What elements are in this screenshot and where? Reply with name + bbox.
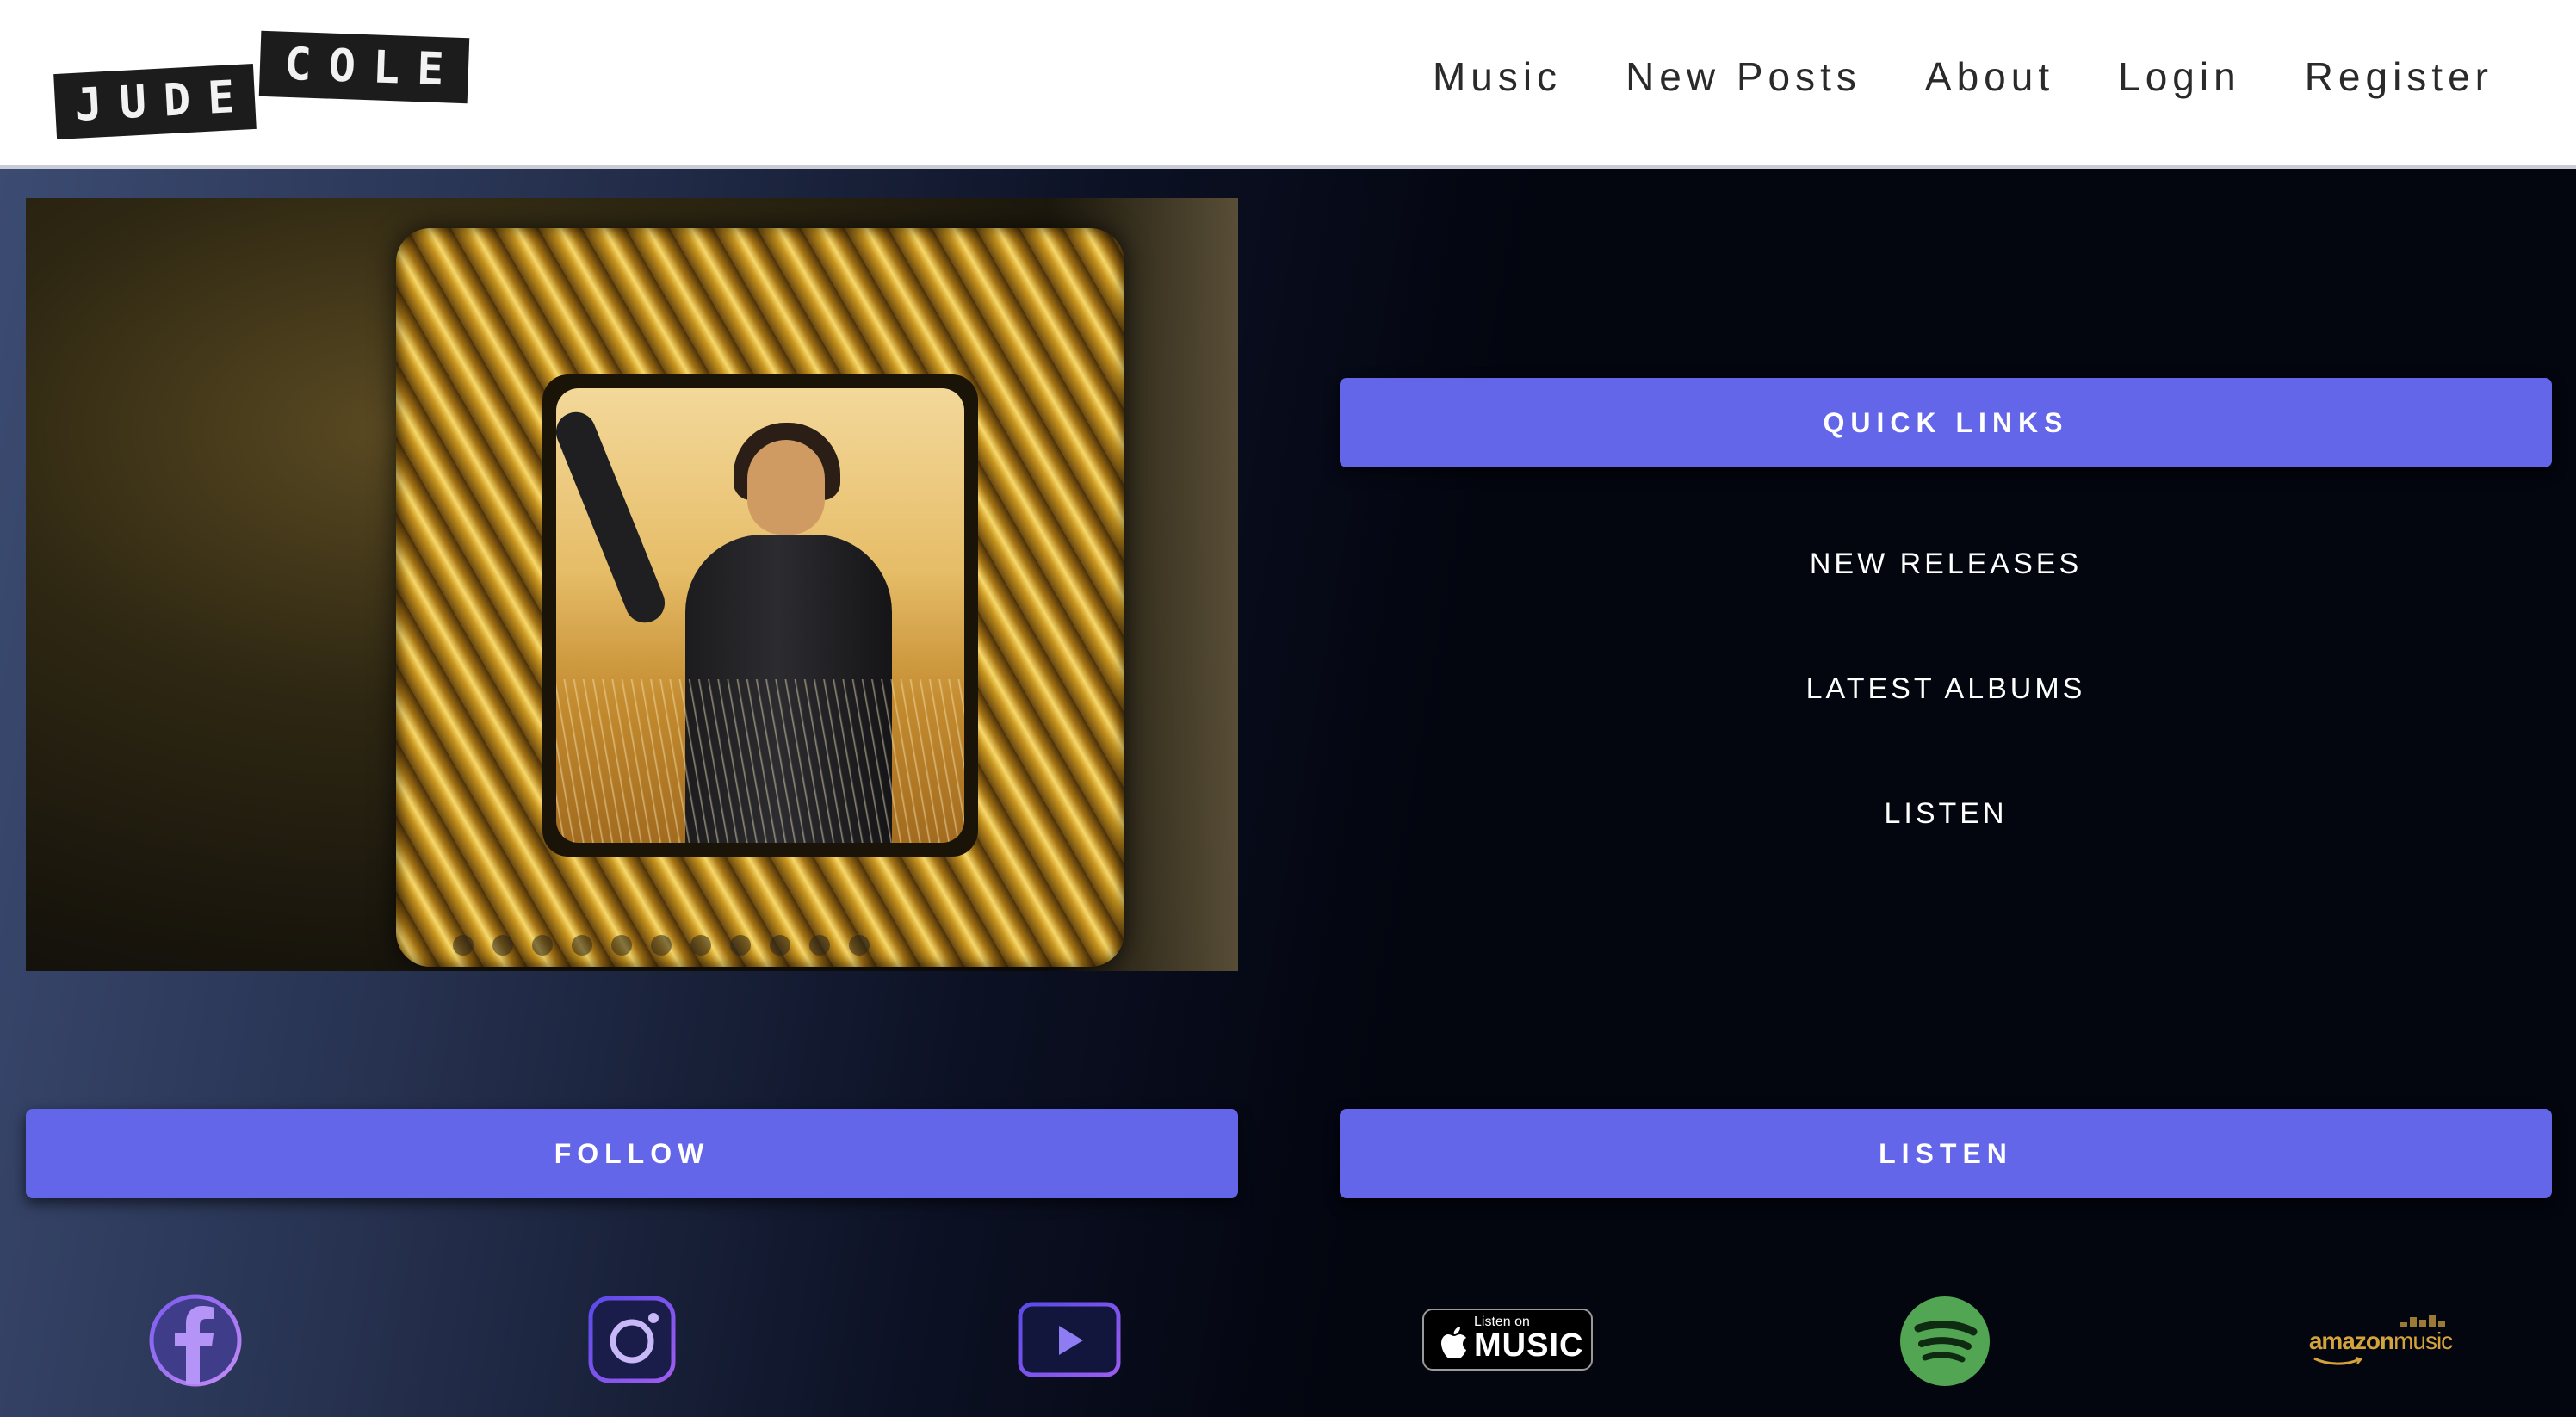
slide-dot[interactable] [809, 935, 830, 956]
youtube-icon[interactable] [1018, 1302, 1121, 1377]
nav-new-posts[interactable]: New Posts [1625, 53, 1861, 100]
facebook-icon[interactable] [148, 1293, 243, 1388]
site-logo[interactable]: JUDE COLE [53, 24, 484, 145]
site-header: JUDE COLE Music New Posts About Login Re… [0, 0, 2576, 169]
slide-dot[interactable] [849, 935, 870, 956]
slide-dot[interactable] [532, 935, 553, 956]
listen-link[interactable]: LISTEN [1340, 797, 2552, 831]
hero-slideshow[interactable] [26, 198, 1238, 971]
nav-register[interactable]: Register [2305, 53, 2493, 100]
slideshow-dots [453, 935, 870, 956]
amazon-music-icon[interactable]: amazonmusic [2309, 1315, 2453, 1365]
quick-links-button[interactable]: QUICK LINKS [1340, 378, 2552, 467]
slide-dot[interactable] [690, 935, 711, 956]
apple-logo-icon [1440, 1326, 1469, 1364]
apple-music-badge: Listen on MUSIC [1422, 1309, 1593, 1371]
spotify-icon[interactable] [1899, 1296, 1991, 1387]
nav-music[interactable]: Music [1433, 53, 1562, 100]
nav-about[interactable]: About [1925, 53, 2054, 100]
nav-login[interactable]: Login [2118, 53, 2241, 100]
new-releases-link[interactable]: NEW RELEASES [1340, 548, 2552, 581]
listen-button[interactable]: LISTEN [1340, 1109, 2552, 1198]
picture-frame [396, 228, 1124, 967]
slide-dot[interactable] [651, 935, 672, 956]
artist-photo [556, 388, 964, 843]
slide-dot[interactable] [730, 935, 751, 956]
logo-word-jude: JUDE [53, 63, 257, 140]
slide-dot[interactable] [492, 935, 513, 956]
slide-dot[interactable] [572, 935, 592, 956]
page: JUDE COLE Music New Posts About Login Re… [0, 0, 2576, 1417]
slide-dot[interactable] [770, 935, 790, 956]
slide-dot[interactable] [611, 935, 632, 956]
logo-word-cole: COLE [258, 30, 470, 104]
follow-button[interactable]: FOLLOW [26, 1109, 1238, 1198]
instagram-icon[interactable] [587, 1295, 677, 1384]
apple-music-big-text: MUSIC [1474, 1327, 1584, 1364]
slide-dot[interactable] [453, 935, 474, 956]
amazon-music-logo: amazonmusic [2309, 1315, 2453, 1365]
apple-music-icon[interactable]: Listen on MUSIC [1421, 1307, 1595, 1372]
main-nav: Music New Posts About Login Register [1433, 53, 2493, 100]
latest-albums-link[interactable]: LATEST ALBUMS [1340, 672, 2552, 706]
